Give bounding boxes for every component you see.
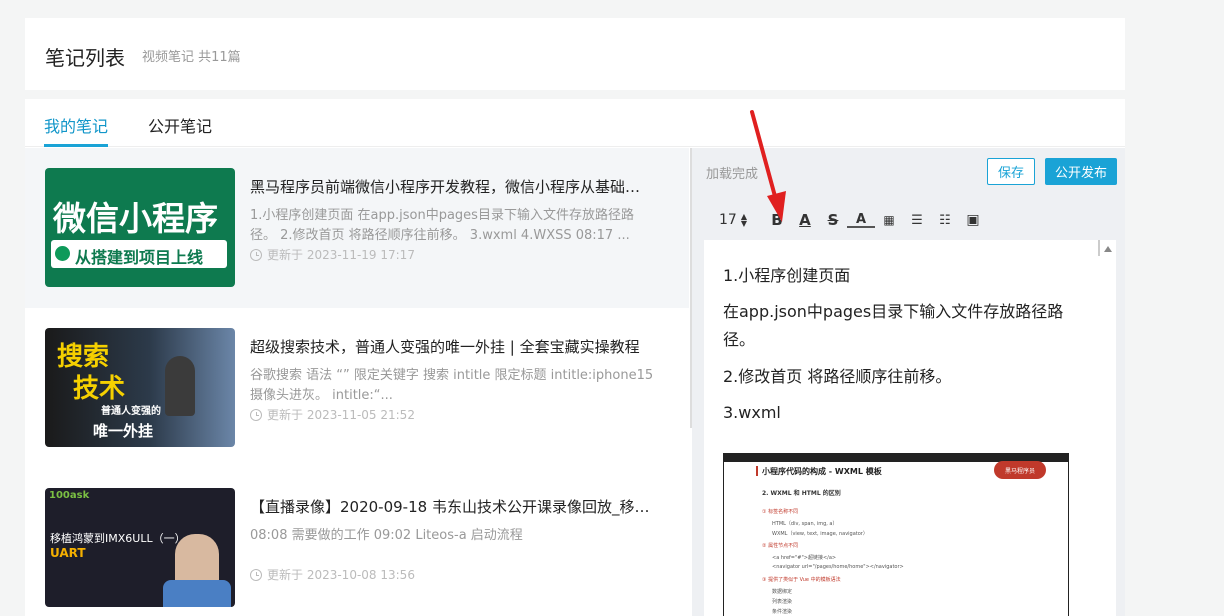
list-item[interactable]: 搜索 技术 普通人变强的 唯一外挂 超级搜索技术，普通人变强的唯一外挂 | 全套… <box>25 308 689 468</box>
thumb-banner: 从搭建到项目上线 <box>51 240 227 268</box>
content-paragraph: 2.修改首页 将路径顺序往前移。 <box>723 367 952 386</box>
list-item[interactable]: 微信小程序 从搭建到项目上线 黑马程序员前端微信小程序开发教程，微信小程序从基础… <box>25 148 689 308</box>
slide-line: ③ 提供了类似于 Vue 中的模板语法 <box>762 577 841 583</box>
slide-logo: 黑马程序员 <box>994 461 1046 479</box>
note-timestamp: 更新于 2023-10-08 13:56 <box>250 566 415 583</box>
underline-icon[interactable]: A <box>791 210 819 230</box>
page-header: 笔记列表 视频笔记 共11篇 <box>25 18 1125 90</box>
slide-line: <a href="#">超链接</a> <box>772 555 837 561</box>
slide-line: HTML（div, span, img, a） <box>772 521 838 527</box>
timestamp-text: 更新于 2023-11-19 17:17 <box>267 248 415 262</box>
notes-panel: 我的笔记 公开笔记 微信小程序 从搭建到项目上线 黑马程序员前端微信小程序开发教… <box>25 99 1125 616</box>
clock-icon <box>250 248 262 261</box>
slide-line: 条件渲染 <box>772 609 793 615</box>
font-color-icon[interactable]: A <box>846 212 875 228</box>
tab-public-notes[interactable]: 公开笔记 <box>148 113 212 137</box>
slide-title: 小程序代码的构成 - WXML 模板 <box>762 467 882 476</box>
highlight-icon[interactable]: ▦ <box>875 210 903 230</box>
page-title: 笔记列表 <box>45 46 125 70</box>
active-tab-indicator <box>44 144 108 147</box>
tab-bar: 我的笔记 公开笔记 <box>25 99 1125 147</box>
scroll-up-icon[interactable] <box>1104 246 1112 252</box>
thumb-title: 微信小程序 <box>53 199 218 238</box>
slide-line: 列表渲染 <box>772 599 793 605</box>
timestamp-text: 更新于 2023-11-05 21:52 <box>267 408 415 422</box>
tab-my-notes[interactable]: 我的笔记 <box>44 113 108 137</box>
note-excerpt: 1.小程序创建页面 在app.json中pages目录下输入文件存放路径路径。 … <box>250 208 634 243</box>
load-status: 加载完成 <box>706 167 759 182</box>
editor-toolbar: 17 ▲ ▼ B A S A ▦ ☰ ☷ ▣ <box>719 210 987 230</box>
image-icon[interactable]: ▣ <box>959 210 987 230</box>
notes-list: 微信小程序 从搭建到项目上线 黑马程序员前端微信小程序开发教程，微信小程序从基础… <box>25 148 689 616</box>
video-thumbnail: 微信小程序 从搭建到项目上线 <box>45 168 235 287</box>
bold-icon[interactable]: B <box>763 210 791 230</box>
note-timestamp: 更新于 2023-11-19 17:17 <box>250 246 415 263</box>
embedded-slide-image[interactable]: 小程序代码的构成 - WXML 模板 黑马程序员 2. WXML 和 HTML … <box>723 453 1069 616</box>
content-paragraph: 3.wxml <box>723 403 781 422</box>
content-paragraph: 1.小程序创建页面 <box>723 266 851 285</box>
video-thumbnail: 搜索 技术 普通人变强的 唯一外挂 <box>45 328 235 447</box>
note-excerpt: 谷歌搜索 语法 “” 限定关键字 搜索 intitle 限定标题 intitle… <box>250 368 654 403</box>
font-size-value[interactable]: 17 <box>719 212 737 228</box>
note-title[interactable]: 【直播录像】2020-09-18 韦东山技术公开课录像回放_移植鸿蒙到IMX6U… <box>250 496 655 517</box>
clock-icon <box>250 568 262 581</box>
slide-line: WXML（view, text, image, navigator） <box>772 531 868 537</box>
content-scrollbar[interactable] <box>1098 240 1100 256</box>
slide-line: ② 属性节点不同 <box>762 543 799 549</box>
note-excerpt: 08:08 需要做的工作 09:02 Liteos-a 启动流程 <box>250 528 523 543</box>
editor-content[interactable]: 1.小程序创建页面 在app.json中pages目录下输入文件存放路径路径。 … <box>704 240 1116 616</box>
thumb-subtitle: 从搭建到项目上线 <box>75 248 204 267</box>
slide-accent-bar <box>756 466 758 476</box>
list-item[interactable]: 100ask 移植鸿蒙到IMX6ULL（一） UART 【直播录像】2020-0… <box>25 468 689 616</box>
brand-logo: 100ask <box>49 490 90 501</box>
note-title[interactable]: 黑马程序员前端微信小程序开发教程，微信小程序从基础到发布全流程_企业级商城实战 <box>250 176 655 197</box>
thumb-title-2: UART <box>50 546 86 560</box>
strikethrough-icon[interactable]: S <box>819 210 847 230</box>
thumb-title: 移植鸿蒙到IMX6ULL（一） <box>50 532 186 545</box>
bullet-list-icon[interactable]: ☷ <box>931 210 959 230</box>
note-timestamp: 更新于 2023-11-05 21:52 <box>250 406 415 423</box>
slide-line: ① 标签名称不同 <box>762 509 799 515</box>
timestamp-text: 更新于 2023-10-08 13:56 <box>267 568 415 582</box>
note-editor: 加载完成 保存 公开发布 17 ▲ ▼ B A S A ▦ ☰ ☷ ▣ 1.小程序… <box>692 148 1125 616</box>
presenter-shirt <box>163 580 231 607</box>
wechat-icon <box>55 246 70 261</box>
content-paragraph: 在app.json中pages目录下输入文件存放路径路径。 <box>723 302 1064 349</box>
clock-icon <box>250 408 262 421</box>
ordered-list-icon[interactable]: ☰ <box>903 210 931 230</box>
note-count: 视频笔记 共11篇 <box>142 50 241 65</box>
font-size-stepper[interactable]: ▲ ▼ <box>741 213 747 228</box>
slide-line: 数据绑定 <box>772 589 793 595</box>
thumb-title-2: 技术 <box>73 374 126 404</box>
slide-subtitle: 2. WXML 和 HTML 的区别 <box>762 490 841 497</box>
note-title[interactable]: 超级搜索技术，普通人变强的唯一外挂 | 全套宝藏实操教程 <box>250 336 655 357</box>
publish-button[interactable]: 公开发布 <box>1045 158 1117 185</box>
thumb-caption-2: 唯一外挂 <box>93 422 154 440</box>
thumb-caption: 普通人变强的 <box>101 406 161 417</box>
save-button[interactable]: 保存 <box>987 158 1035 185</box>
video-thumbnail: 100ask 移植鸿蒙到IMX6ULL（一） UART <box>45 488 235 607</box>
slide-line: <navigator url="/pages/home/home"></navi… <box>772 564 904 570</box>
presenter-figure <box>165 356 195 416</box>
